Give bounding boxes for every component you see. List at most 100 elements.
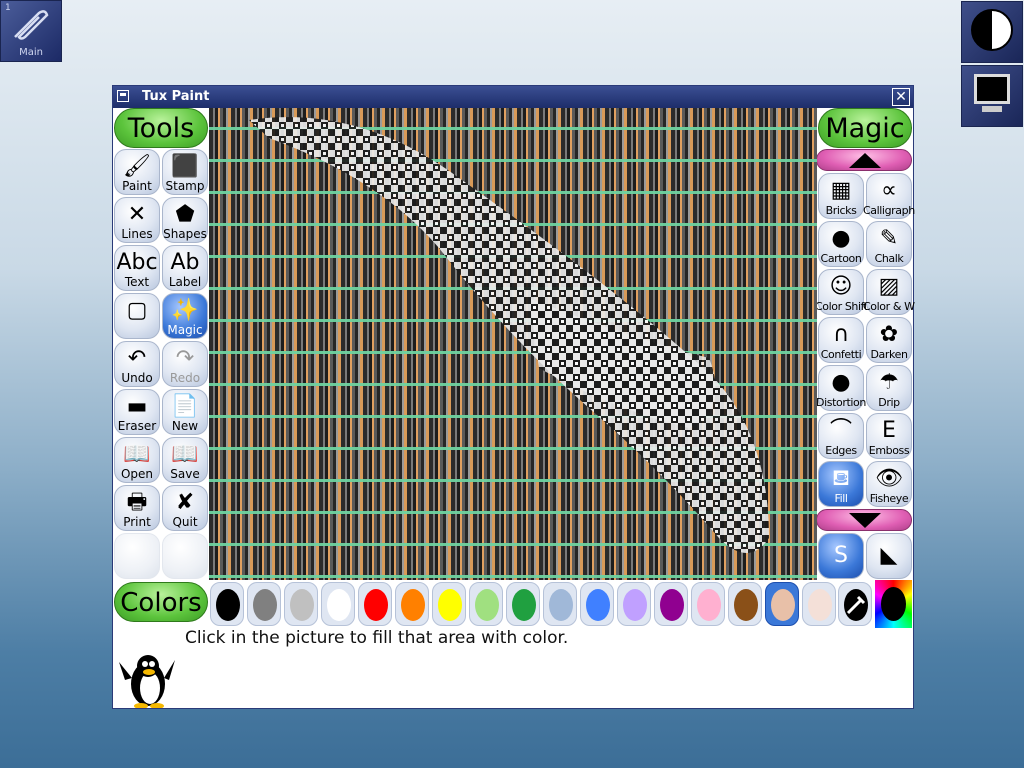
- color-swatch[interactable]: [765, 582, 799, 626]
- color-swatch[interactable]: [728, 582, 762, 626]
- button-label: Fill: [834, 492, 848, 505]
- fisheye-icon: 👁: [875, 466, 903, 491]
- drawing-canvas[interactable]: [209, 108, 817, 580]
- swatch-color: [623, 589, 647, 621]
- darken-button[interactable]: ✿ Darken: [866, 317, 912, 363]
- title-bar[interactable]: Tux Paint ✕: [113, 86, 913, 108]
- blank-button[interactable]: ▢: [114, 293, 160, 339]
- magic-scroll-down-button[interactable]: [816, 509, 912, 531]
- swatch-color: [512, 589, 536, 621]
- color-swatch[interactable]: [210, 582, 244, 626]
- button-label: Lines: [121, 227, 153, 241]
- empty-tool-slot: [114, 533, 160, 579]
- swatch-color: [216, 589, 240, 621]
- color-swatch[interactable]: [469, 582, 503, 626]
- color-swatch[interactable]: [506, 582, 540, 626]
- color-swatch[interactable]: [654, 582, 688, 626]
- quit-button[interactable]: ✘ Quit: [162, 485, 208, 531]
- stamp-button[interactable]: ⬛ Stamp: [162, 149, 208, 195]
- button-label: Emboss: [868, 444, 910, 457]
- color-swatch[interactable]: [691, 582, 725, 626]
- emboss-button[interactable]: E Emboss: [866, 413, 912, 459]
- open-button[interactable]: 📖 Open: [114, 437, 160, 483]
- color-swatch[interactable]: [617, 582, 651, 626]
- confetti-button[interactable]: ∩ Confetti: [818, 317, 864, 363]
- button-label: Quit: [172, 515, 198, 529]
- color-picker-button[interactable]: [838, 582, 872, 626]
- paint-button[interactable]: 🖌 Paint: [114, 149, 160, 195]
- swatch-color: [808, 589, 832, 621]
- shapes-button[interactable]: ⬟ Shapes: [162, 197, 208, 243]
- color-white-button[interactable]: ▨Color & White: [863, 269, 915, 315]
- redo-button[interactable]: ↷ Redo: [162, 341, 208, 387]
- drip-button[interactable]: ☂ Drip: [866, 365, 912, 411]
- magic-scroll-up-button[interactable]: [816, 149, 912, 171]
- bricks-icon: ▦: [830, 178, 852, 203]
- arrow-down-icon: [849, 513, 881, 528]
- swatch-color: [734, 589, 758, 621]
- text-button[interactable]: Abc Text: [114, 245, 160, 291]
- button-label: Edges: [825, 444, 857, 457]
- undo-icon: ↶: [127, 346, 147, 371]
- main-desktop-icon[interactable]: 1 Main: [0, 0, 62, 62]
- new-button[interactable]: 📄 New: [162, 389, 208, 435]
- close-button[interactable]: ✕: [892, 88, 910, 106]
- window-menu-icon[interactable]: [117, 90, 129, 102]
- button-label: Chalk: [874, 252, 904, 265]
- eraser-icon: ▬: [126, 394, 148, 419]
- distortion-button[interactable]: ● Distortion: [816, 365, 866, 411]
- color-swatch[interactable]: [358, 582, 392, 626]
- color-swatch[interactable]: [802, 582, 836, 626]
- button-label: Print: [123, 515, 151, 529]
- edges-button[interactable]: ⌒ Edges: [818, 413, 864, 459]
- color-picker-icon: [846, 595, 866, 615]
- save-button[interactable]: 📖 Save: [162, 437, 208, 483]
- button-label: Cartoon: [820, 252, 862, 265]
- button-label: Color & White: [863, 300, 915, 313]
- magic-brush-mode-icon: S: [834, 543, 848, 568]
- color-swatch[interactable]: [543, 582, 577, 626]
- color-swatch[interactable]: [395, 582, 429, 626]
- darken-icon: ✿: [879, 322, 899, 347]
- print-button[interactable]: 🖶 Print: [114, 485, 160, 531]
- fisheye-button[interactable]: 👁 Fisheye: [866, 461, 912, 507]
- magic-brush-mode-button[interactable]: S: [818, 533, 864, 579]
- undo-button[interactable]: ↶ Undo: [114, 341, 160, 387]
- printer-icon: 🖶: [126, 490, 148, 515]
- color-swatch[interactable]: [247, 582, 281, 626]
- eraser-button[interactable]: ▬ Eraser: [114, 389, 160, 435]
- desktop-computer-icon[interactable]: [961, 65, 1023, 127]
- label-button[interactable]: Ab Label: [162, 245, 208, 291]
- color-swatch[interactable]: [580, 582, 614, 626]
- button-label: Magic: [167, 323, 203, 337]
- save-icon: 📖: [171, 442, 199, 467]
- swatch-color: [364, 589, 388, 621]
- magic-button[interactable]: ✨ Magic: [162, 293, 208, 339]
- distortion-icon: ●: [831, 370, 851, 395]
- color-swatch[interactable]: [284, 582, 318, 626]
- rainbow-palette-button[interactable]: [875, 580, 912, 628]
- tools-header: Tools: [114, 108, 208, 148]
- button-label: Eraser: [117, 419, 157, 433]
- emboss-icon: E: [882, 418, 896, 443]
- stamp-icon: ⬛: [171, 154, 199, 179]
- lines-button[interactable]: ✕ Lines: [114, 197, 160, 243]
- color-swatch[interactable]: [432, 582, 466, 626]
- chalk-button[interactable]: ✎ Chalk: [866, 221, 912, 267]
- redo-icon: ↷: [175, 346, 195, 371]
- tux-penguin-icon: [119, 655, 175, 708]
- button-label: Undo: [121, 371, 153, 385]
- swatch-color: [697, 589, 721, 621]
- calligraphy-button[interactable]: ∝Calligraphy: [863, 173, 915, 219]
- desktop-theme-icon[interactable]: [961, 1, 1023, 63]
- label-icon: Ab: [170, 250, 200, 275]
- color-shift-button[interactable]: ☺ Color Shift: [815, 269, 867, 315]
- magic-fullscreen-mode-button[interactable]: ◣: [866, 533, 912, 579]
- button-label: Save: [170, 467, 200, 481]
- bricks-button[interactable]: ▦ Bricks: [818, 173, 864, 219]
- fill-button[interactable]: ⛾ Fill: [818, 461, 864, 507]
- cartoon-icon: ●: [831, 226, 851, 251]
- paintbrush-icon: 🖌: [123, 154, 151, 179]
- color-swatch[interactable]: [321, 582, 355, 626]
- cartoon-button[interactable]: ● Cartoon: [818, 221, 864, 267]
